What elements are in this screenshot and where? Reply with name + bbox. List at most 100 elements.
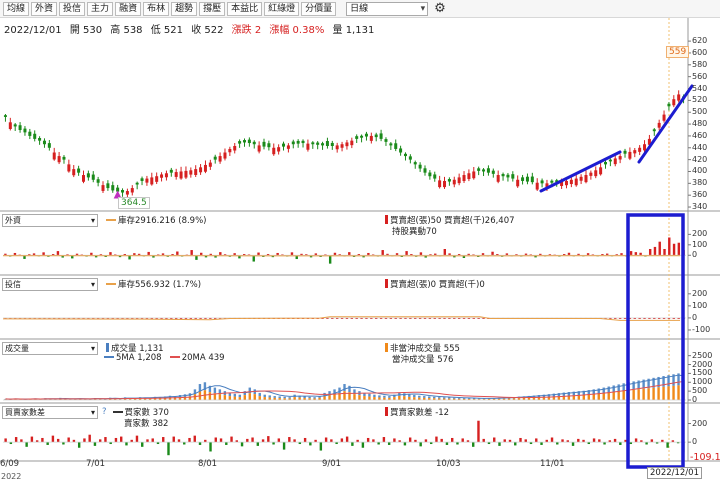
volume-bar	[233, 393, 237, 397]
volume-bar	[343, 384, 346, 392]
y-tick-label: 620	[692, 36, 708, 46]
candle-body	[540, 180, 544, 184]
data-bar	[288, 437, 291, 443]
candle-body	[125, 191, 129, 195]
data-bar	[619, 442, 622, 445]
data-bar	[120, 436, 123, 443]
data-bar	[46, 442, 49, 445]
data-bar	[256, 442, 260, 446]
candle-body	[360, 135, 364, 138]
volume-bar	[423, 396, 426, 398]
y-tick-label: 100	[692, 300, 708, 310]
data-bar	[290, 252, 294, 256]
x-tick-label: 9/01	[322, 459, 342, 469]
data-bar	[461, 438, 464, 443]
data-bar	[42, 252, 45, 256]
y-tick-label: 500	[692, 386, 708, 396]
data-bar	[567, 252, 571, 256]
data-bar	[340, 438, 344, 443]
volume-bar-day	[353, 394, 356, 400]
candle-body	[413, 162, 417, 165]
candle-body	[121, 190, 125, 193]
candle-body	[447, 179, 451, 182]
candle-body	[335, 145, 339, 150]
candle-body	[428, 172, 432, 177]
volume-bar-day	[218, 394, 222, 400]
candle-body	[67, 164, 71, 172]
candle-body	[579, 176, 583, 181]
candle-body	[140, 178, 144, 181]
data-bar	[177, 439, 181, 443]
x-tick-label: 11/01	[540, 459, 565, 469]
volume-bar-day	[223, 395, 227, 400]
data-bar	[634, 252, 638, 256]
data-bar	[83, 438, 86, 443]
y-tick-label: 200	[692, 229, 708, 239]
volume-bar-day	[248, 393, 251, 400]
data-bar	[151, 438, 154, 443]
volume-bar	[213, 387, 217, 394]
volume-bar-day	[298, 397, 301, 400]
data-bar	[668, 237, 671, 256]
y-tick-label: 0	[692, 312, 698, 322]
candle-body	[452, 179, 456, 185]
candle-body	[228, 148, 232, 153]
help-icon[interactable]: ?	[102, 407, 107, 417]
trust-select[interactable]: 投信	[2, 277, 98, 291]
candle-body	[599, 167, 603, 175]
data-bar	[176, 251, 179, 256]
trust-panel-header: 投信 庫存556.932 (1.7%)	[2, 277, 201, 291]
data-bar	[598, 439, 601, 443]
candle-body	[418, 164, 422, 169]
candle-body	[613, 158, 617, 165]
y-tick-label: 100	[692, 239, 708, 249]
data-bar	[387, 442, 391, 445]
candle-body	[525, 176, 529, 182]
data-bar	[639, 252, 642, 256]
y-tick-label: 420	[692, 154, 708, 164]
data-bar	[30, 436, 34, 443]
data-bar	[246, 438, 249, 443]
candle-body	[130, 188, 134, 193]
candle-body	[643, 144, 647, 151]
candle-body	[247, 139, 251, 144]
candle-body	[242, 140, 246, 143]
candle-body	[408, 156, 412, 160]
data-bar	[114, 437, 118, 443]
candle-body	[267, 143, 271, 148]
candle-body	[272, 147, 276, 155]
foreign-select[interactable]: 外資	[2, 213, 98, 227]
data-bar	[482, 438, 485, 443]
volume-bar	[597, 388, 600, 394]
data-bar	[419, 252, 423, 256]
candle-body	[457, 177, 461, 184]
data-bar	[141, 442, 144, 447]
candle-body	[482, 169, 486, 172]
candle-body	[477, 168, 481, 171]
volume-bar-day	[592, 394, 595, 400]
volume-bar-day	[368, 396, 371, 400]
candle-body	[316, 142, 320, 145]
data-bar	[592, 438, 596, 443]
data-bar	[498, 442, 501, 446]
candle-body	[569, 179, 573, 185]
candle-body	[101, 185, 105, 191]
volume-bar-day	[263, 397, 266, 400]
volume-bar-day	[393, 397, 396, 400]
y-tick-label: 440	[692, 142, 708, 152]
candle-body	[223, 152, 227, 159]
data-bar	[348, 252, 351, 256]
candle-body	[438, 180, 442, 188]
volume-select[interactable]: 成交量	[2, 341, 98, 355]
candle-body	[638, 147, 642, 152]
volume-bar	[612, 385, 615, 393]
candle-body	[364, 133, 368, 137]
volume-bar-day	[642, 388, 645, 400]
volume-bar	[198, 384, 202, 392]
volume-bar-day	[418, 397, 421, 400]
volume-bar	[283, 396, 286, 399]
y-tick-label: 600	[692, 47, 708, 57]
brokers-select[interactable]: 買賣家數差	[2, 405, 98, 419]
candle-body	[257, 145, 261, 152]
candle-body	[18, 125, 22, 130]
